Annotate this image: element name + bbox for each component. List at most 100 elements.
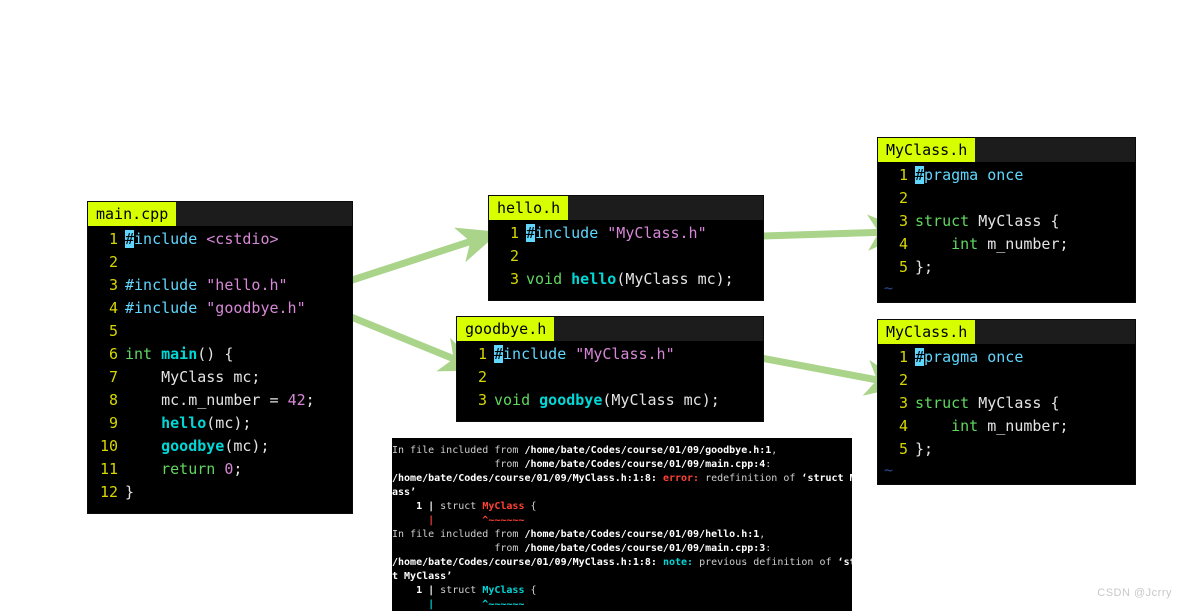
line-number: 4	[108, 299, 118, 317]
line-text: mc.m_number = 42;	[125, 391, 315, 409]
line-number: 3	[898, 212, 908, 230]
line-text: #include <cstdio>	[125, 230, 279, 248]
panel-myclass-h-bottom[interactable]: MyClass.h 1 #pragma once 2 3 struct MyClas…	[878, 320, 1135, 484]
line-text: };	[915, 258, 934, 276]
code-line: 3 void goodbye(MyClass mc);	[457, 391, 763, 414]
line-number: 10	[99, 437, 118, 455]
line-text: };	[915, 440, 934, 458]
code-line: 1 #pragma once	[878, 348, 1135, 371]
terminal-line: ass’	[392, 487, 417, 498]
code-line: 9 hello(mc);	[88, 414, 352, 437]
code-line: 2	[457, 368, 763, 391]
vim-tilde: ~	[884, 461, 894, 479]
tab-main-cpp[interactable]: main.cpp	[88, 202, 177, 226]
code-line: 1 #include <cstdio>	[88, 230, 352, 253]
line-text: #include "MyClass.h"	[494, 345, 675, 363]
line-number: 3	[108, 276, 118, 294]
code-line: 1 #pragma once	[878, 166, 1135, 189]
line-number: 2	[898, 371, 908, 389]
tab-hello-h[interactable]: hello.h	[489, 196, 569, 220]
line-text: #include "MyClass.h"	[526, 224, 707, 242]
terminal-line: In file included from /home/bate/Codes/c…	[392, 445, 778, 456]
code-line: 1 #include "MyClass.h"	[489, 224, 763, 247]
panel-goodbye-h[interactable]: goodbye.h 1 #include "MyClass.h" 2 3 void …	[457, 317, 763, 421]
line-number: 4	[898, 417, 908, 435]
line-text: void hello(MyClass mc);	[526, 270, 734, 288]
panel-hello-h[interactable]: hello.h 1 #include "MyClass.h" 2 3 void he…	[489, 196, 763, 300]
line-number: 1	[108, 230, 118, 248]
line-text: void goodbye(MyClass mc);	[494, 391, 720, 409]
line-number: 12	[99, 483, 118, 501]
titlebar-hello-h: hello.h	[489, 196, 763, 220]
line-text: struct MyClass {	[915, 394, 1060, 412]
line-text: #include "goodbye.h"	[125, 299, 306, 317]
code-area-myclass-h-bottom[interactable]: 1 #pragma once 2 3 struct MyClass { 4 int …	[878, 344, 1135, 487]
terminal-line: from /home/bate/Codes/course/01/09/main.…	[392, 543, 772, 554]
code-line: 3 struct MyClass {	[878, 212, 1135, 235]
line-text: goodbye(mc);	[161, 437, 270, 455]
code-line: 5};	[878, 440, 1135, 463]
code-line: 5};	[878, 258, 1135, 281]
code-line: 4 #include "goodbye.h"	[88, 299, 352, 322]
code-area-myclass-h-top[interactable]: 1 #pragma once 2 3 struct MyClass { 4 int …	[878, 162, 1135, 305]
line-number: 1	[898, 166, 908, 184]
note-severity: note:	[662, 557, 694, 568]
line-text: struct MyClass {	[915, 212, 1060, 230]
arrow-main-to-hello	[332, 227, 500, 290]
tab-myclass-h-bottom[interactable]: MyClass.h	[878, 320, 976, 344]
line-number: 7	[108, 368, 118, 386]
line-number: 8	[108, 391, 118, 409]
vim-tilde: ~	[884, 279, 894, 297]
terminal-line: /home/bate/Codes/course/01/09/MyClass.h:…	[392, 473, 852, 484]
code-line: 7 MyClass mc;	[88, 368, 352, 391]
line-number: 2	[509, 247, 519, 265]
line-text: int m_number;	[915, 417, 1069, 435]
code-line: 10 goodbye(mc);	[88, 437, 352, 460]
terminal-line: 1 | struct MyClass {	[392, 501, 537, 512]
titlebar-myclass-h-top: MyClass.h	[878, 138, 1135, 162]
arrow-main-to-goodbye	[332, 306, 483, 372]
code-line: 2	[88, 253, 352, 276]
compiler-output-terminal[interactable]: In file included from /home/bate/Codes/c…	[392, 438, 852, 611]
code-line: 4 int m_number;	[878, 417, 1135, 440]
line-text: MyClass mc;	[125, 368, 261, 386]
line-number: 4	[898, 235, 908, 253]
code-line: 4 int m_number;	[878, 235, 1135, 258]
line-number: 5	[898, 440, 908, 458]
line-number: 1	[509, 224, 519, 242]
code-line: 5	[88, 322, 352, 345]
code-area-goodbye-h[interactable]: 1 #include "MyClass.h" 2 3 void goodbye(My…	[457, 341, 763, 420]
panel-main-cpp[interactable]: main.cpp 1 #include <cstdio> 2 3 #include …	[88, 202, 352, 513]
line-number: 9	[108, 414, 118, 432]
terminal-line: t MyClass’	[392, 571, 453, 582]
terminal-line: from /home/bate/Codes/course/01/09/main.…	[392, 459, 772, 470]
terminal-line: In file included from /home/bate/Codes/c…	[392, 529, 766, 540]
tab-myclass-h-top[interactable]: MyClass.h	[878, 138, 976, 162]
panel-myclass-h-top[interactable]: MyClass.h 1 #pragma once 2 3 struct MyClas…	[878, 138, 1135, 302]
code-line: 3 void hello(MyClass mc);	[489, 270, 763, 293]
code-line: 2	[878, 189, 1135, 212]
line-text: #include "hello.h"	[125, 276, 288, 294]
line-number: 6	[108, 345, 118, 363]
line-text: #pragma once	[915, 348, 1024, 366]
code-area-hello-h[interactable]: 1 #include "MyClass.h" 2 3 void hello(MyCl…	[489, 220, 763, 299]
code-line: 1 #include "MyClass.h"	[457, 345, 763, 368]
line-number: 2	[898, 189, 908, 207]
line-number: 1	[898, 348, 908, 366]
code-area-main-cpp[interactable]: 1 #include <cstdio> 2 3 #include "hello.h"…	[88, 226, 352, 512]
line-number: 5	[108, 322, 118, 340]
line-text: hello(mc);	[161, 414, 252, 432]
titlebar-goodbye-h: goodbye.h	[457, 317, 763, 341]
code-line: 6 int main() {	[88, 345, 352, 368]
code-line: 3 #include "hello.h"	[88, 276, 352, 299]
line-number: 3	[509, 270, 519, 288]
tab-goodbye-h[interactable]: goodbye.h	[457, 317, 555, 341]
line-number: 5	[898, 258, 908, 276]
line-number: 3	[898, 394, 908, 412]
line-number: 1	[477, 345, 487, 363]
error-severity: error:	[662, 473, 700, 484]
code-line: 3 struct MyClass {	[878, 394, 1135, 417]
code-line: 2	[878, 371, 1135, 394]
code-line: 8 mc.m_number = 42;	[88, 391, 352, 414]
line-number: 2	[108, 253, 118, 271]
